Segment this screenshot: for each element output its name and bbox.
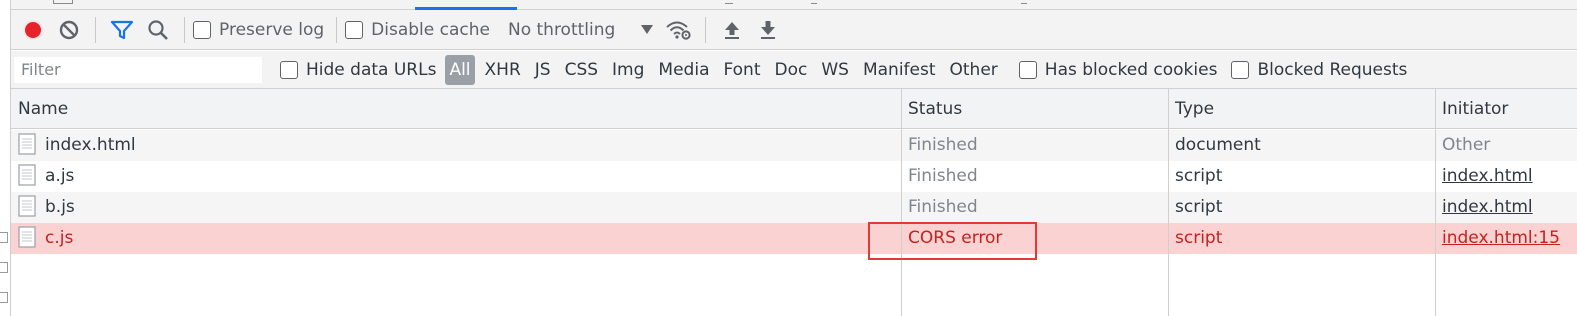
toolbar-divider: [336, 16, 338, 43]
column-divider[interactable]: [1435, 89, 1436, 316]
column-header-name[interactable]: Name: [11, 89, 68, 129]
network-conditions-button[interactable]: [661, 12, 697, 48]
type-filter-doc[interactable]: Doc: [768, 55, 815, 85]
type-filter-media[interactable]: Media: [651, 55, 716, 85]
disable-cache-box[interactable]: [345, 20, 364, 39]
download-icon: [761, 20, 776, 39]
table-row-error[interactable]: c.js CORS error script index.html:15: [11, 223, 1577, 254]
record-icon: [23, 19, 43, 40]
request-initiator: Other: [1442, 135, 1491, 155]
disable-cache-checkbox[interactable]: Disable cache: [345, 20, 490, 40]
type-filter-img[interactable]: Img: [605, 55, 651, 85]
toolbar-divider: [705, 16, 707, 43]
request-name: b.js: [11, 192, 901, 223]
script-file-icon: [18, 225, 36, 248]
column-header-status[interactable]: Status: [901, 89, 962, 129]
hide-data-urls-box[interactable]: [280, 60, 298, 79]
tab-strip: [11, 0, 1577, 10]
table-row[interactable]: index.html Finished document Other: [11, 130, 1577, 161]
request-name: index.html: [11, 130, 901, 161]
script-file-icon: [18, 163, 36, 186]
export-har-button[interactable]: [750, 12, 786, 48]
has-blocked-cookies-box[interactable]: [1018, 60, 1037, 79]
devtools-network-panel: Preserve log Disable cache No throttling: [0, 0, 1577, 316]
wifi-settings-icon: [666, 21, 691, 40]
column-divider[interactable]: [901, 89, 902, 316]
left-gutter: [0, 0, 11, 316]
type-filter-ws[interactable]: WS: [814, 55, 856, 85]
toolbar-divider: [95, 16, 96, 43]
record-button[interactable]: [15, 12, 51, 48]
toolbar-divider: [184, 16, 185, 43]
filter-input[interactable]: [14, 56, 262, 83]
request-status: Finished: [908, 166, 978, 186]
import-har-button[interactable]: [714, 12, 750, 48]
disable-cache-label: Disable cache: [371, 19, 490, 40]
request-type: script: [1175, 228, 1223, 248]
table-header: Name Status Type Initiator: [11, 89, 1577, 129]
blocked-requests-label: Blocked Requests: [1257, 59, 1408, 80]
type-filter-other[interactable]: Other: [943, 55, 1005, 85]
column-header-type[interactable]: Type: [1168, 89, 1214, 129]
document-file-icon: [18, 132, 36, 155]
type-filter-css[interactable]: CSS: [558, 55, 605, 85]
clear-icon: [59, 20, 79, 39]
column-header-initiator[interactable]: Initiator: [1435, 89, 1508, 129]
request-name: c.js: [11, 223, 901, 254]
request-type: script: [1175, 197, 1223, 217]
preserve-log-checkbox[interactable]: Preserve log: [193, 20, 324, 40]
clear-button[interactable]: [51, 12, 87, 48]
has-blocked-cookies-checkbox[interactable]: Has blocked cookies: [1018, 59, 1218, 80]
upload-icon: [725, 21, 740, 39]
script-file-icon: [18, 194, 36, 217]
type-filter-manifest[interactable]: Manifest: [856, 55, 943, 85]
request-name: a.js: [11, 161, 901, 192]
hide-data-urls-checkbox[interactable]: Hide data URLs: [280, 60, 436, 80]
filter-toggle-button[interactable]: [104, 12, 140, 48]
request-status: Finished: [908, 135, 978, 155]
blocked-requests-box[interactable]: [1231, 60, 1250, 79]
blocked-requests-checkbox[interactable]: Blocked Requests: [1231, 60, 1407, 80]
requests-table: Name Status Type Initiator index.html Fi…: [11, 89, 1577, 316]
type-filter-font[interactable]: Font: [716, 55, 767, 85]
hide-data-urls-label: Hide data URLs: [306, 59, 437, 80]
throttling-select[interactable]: No throttling: [507, 19, 654, 40]
preserve-log-label: Preserve log: [219, 19, 325, 40]
request-status: Finished: [908, 197, 978, 217]
table-row[interactable]: a.js Finished script index.html: [11, 161, 1577, 192]
chevron-down-icon: [641, 25, 654, 34]
filter-bar: Hide data URLs All XHR JS CSS Img Media …: [11, 51, 1577, 89]
throttling-value: No throttling: [507, 19, 616, 40]
table-row[interactable]: b.js Finished script index.html: [11, 192, 1577, 223]
type-filter-xhr[interactable]: XHR: [478, 55, 528, 85]
request-type: document: [1175, 135, 1261, 155]
cors-error-highlight: [868, 222, 1037, 260]
search-icon: [148, 19, 168, 40]
request-type: script: [1175, 166, 1223, 186]
request-initiator-link[interactable]: index.html: [1435, 192, 1577, 223]
preserve-log-box[interactable]: [193, 20, 211, 39]
filter-icon: [110, 20, 134, 39]
has-blocked-cookies-label: Has blocked cookies: [1044, 59, 1218, 80]
request-initiator-link[interactable]: index.html:15: [1435, 223, 1577, 254]
network-toolbar: Preserve log Disable cache No throttling: [11, 10, 1577, 50]
type-filter-all[interactable]: All: [445, 54, 475, 85]
type-filter-js[interactable]: JS: [528, 55, 558, 85]
request-initiator-link[interactable]: index.html: [1435, 161, 1577, 192]
column-divider[interactable]: [1168, 89, 1169, 316]
resource-type-filters: All XHR JS CSS Img Media Font Doc WS Man…: [442, 54, 1005, 85]
search-button[interactable]: [140, 12, 176, 48]
